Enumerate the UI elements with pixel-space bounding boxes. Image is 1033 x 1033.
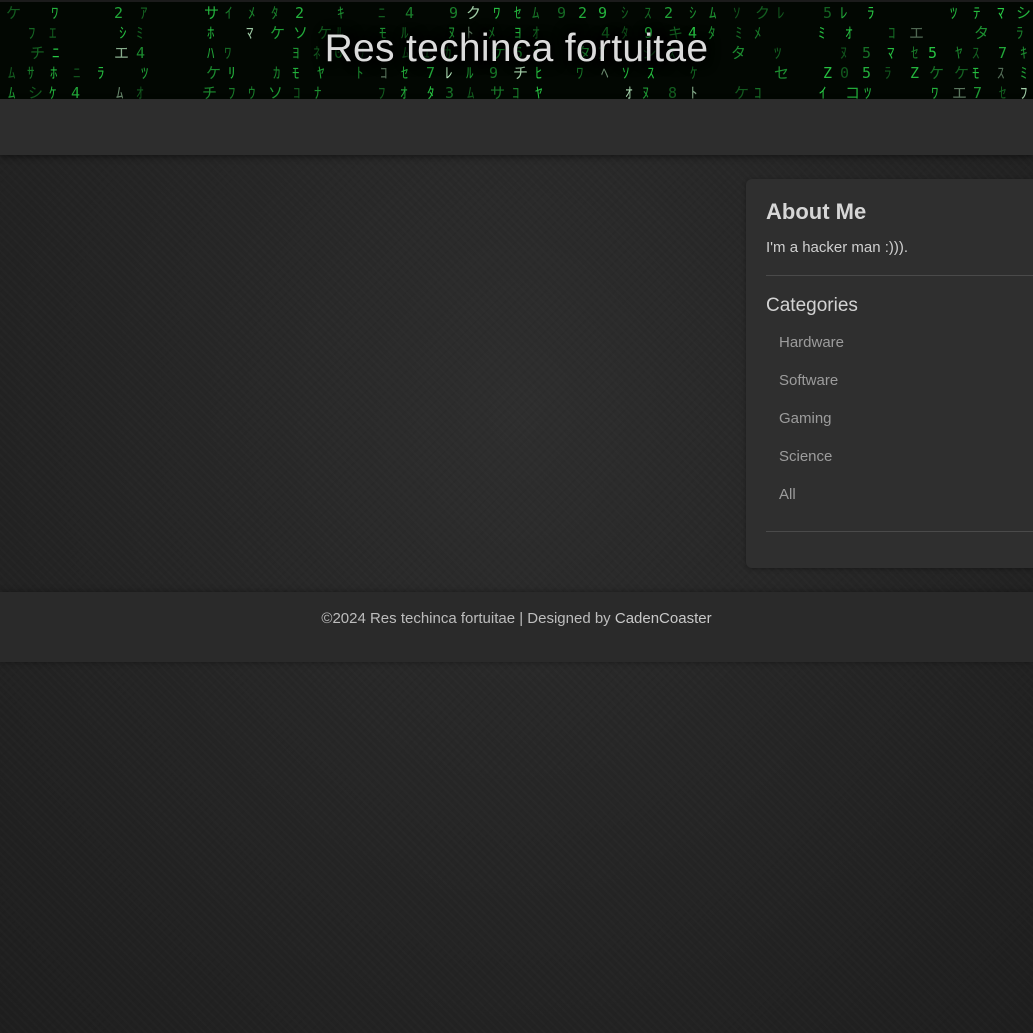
matrix-glyph: 4	[405, 4, 414, 22]
footer-separator: | Designed by	[515, 610, 615, 627]
matrix-glyph: ﾜ	[931, 84, 939, 99]
matrix-glyph: ｺ	[512, 84, 520, 99]
matrix-glyph: ｽ	[644, 4, 652, 22]
about-title: About Me	[766, 199, 867, 224]
category-gaming[interactable]: Gaming	[779, 410, 844, 448]
matrix-glyph: ﾀ	[271, 4, 279, 22]
matrix-glyph: 9	[598, 4, 607, 22]
matrix-glyph: ｱ	[140, 4, 148, 22]
matrix-glyph: ｼ	[621, 4, 629, 22]
matrix-glyph: ｵ	[625, 84, 633, 99]
matrix-glyph: エ	[952, 84, 967, 99]
category-hardware[interactable]: Hardware	[779, 334, 844, 372]
categories-list: Hardware Software Gaming Science All	[779, 334, 844, 524]
matrix-glyph: 2	[664, 4, 673, 22]
matrix-glyph: 2	[295, 4, 304, 22]
matrix-glyph: ﾒ	[248, 4, 256, 22]
matrix-glyph: 9	[449, 4, 458, 22]
matrix-glyph: ｿ	[733, 4, 741, 22]
matrix-glyph: 2	[114, 4, 123, 22]
matrix-glyph: 2	[578, 4, 587, 22]
matrix-glyph: ｾ	[514, 4, 522, 22]
matrix-glyph: ﾗ	[867, 4, 875, 22]
matrix-glyph: ﾇ	[642, 84, 650, 99]
category-all[interactable]: All	[779, 486, 844, 524]
matrix-glyph: シ	[28, 84, 43, 99]
matrix-glyph: ﾔ	[535, 84, 543, 99]
matrix-glyph: ﾑ	[709, 4, 717, 22]
matrix-glyph: ク	[466, 4, 481, 22]
matrix-glyph: 8	[668, 84, 677, 99]
matrix-glyph: ﾂ	[950, 4, 958, 22]
divider	[766, 275, 1033, 276]
category-software[interactable]: Software	[779, 372, 844, 410]
matrix-glyph: ﾄ	[690, 84, 698, 99]
matrix-glyph: ｺ	[754, 84, 762, 99]
matrix-glyph: ﾏ	[997, 4, 1005, 22]
matrix-glyph: ﾌ	[378, 84, 386, 99]
about-text: I'm a hacker man :))).	[766, 239, 909, 256]
matrix-glyph: ﾚ	[840, 4, 848, 22]
matrix-glyph: ﾂ	[864, 84, 872, 99]
matrix-glyph: ﾑ	[467, 84, 475, 99]
matrix-glyph: ﾃ	[973, 4, 981, 22]
designer-link[interactable]: CadenCoaster	[615, 610, 712, 627]
matrix-glyph: サ	[490, 84, 505, 99]
matrix-glyph: ｼ	[689, 4, 697, 22]
navigation-bar	[0, 99, 1033, 155]
matrix-glyph: ケ	[6, 4, 21, 22]
categories-title: Categories	[766, 295, 858, 316]
matrix-glyph: 7	[973, 84, 982, 99]
matrix-glyph: ﾜ	[493, 4, 501, 22]
matrix-glyph: チ	[202, 84, 217, 99]
matrix-glyph: ｷ	[337, 4, 345, 22]
matrix-glyph: 5	[823, 4, 832, 22]
matrix-glyph: ｲ	[819, 84, 827, 99]
matrix-glyph: 4	[71, 84, 80, 99]
site-title[interactable]: Res techinca fortuitae	[0, 27, 1033, 71]
matrix-glyph: サ	[204, 4, 219, 22]
matrix-glyph: ﾜ	[51, 4, 59, 22]
footer-text: ©2024 Res techinca fortuitae | Designed …	[0, 610, 1033, 627]
matrix-glyph: ﾌ	[228, 84, 236, 99]
matrix-glyph: ク	[755, 4, 770, 22]
footer-copyright: ©2024 Res techinca fortuitae	[321, 610, 516, 627]
matrix-glyph: ﾌ	[1020, 84, 1028, 99]
matrix-glyph: ケ	[734, 84, 749, 99]
matrix-glyph: ﾑ	[8, 84, 16, 99]
matrix-glyph: ﾑ	[116, 84, 124, 99]
matrix-glyph: ﾀ	[427, 84, 435, 99]
footer: ©2024 Res techinca fortuitae | Designed …	[0, 592, 1033, 662]
matrix-glyph: コ	[845, 84, 860, 99]
divider	[766, 531, 1033, 532]
sidebar: About Me I'm a hacker man :))). Categori…	[746, 179, 1033, 568]
matrix-glyph: ソ	[268, 84, 283, 99]
matrix-glyph: ｾ	[999, 84, 1007, 99]
matrix-glyph: 3	[445, 84, 454, 99]
matrix-glyph: ﾚ	[777, 4, 785, 22]
matrix-glyph: ﾅ	[314, 84, 322, 99]
matrix-glyph: ﾑ	[532, 4, 540, 22]
matrix-glyph: シ	[1016, 4, 1031, 22]
matrix-glyph: 9	[557, 4, 566, 22]
matrix-glyph: ｵ	[400, 84, 408, 99]
site-header: ケﾑﾑﾌチｻシﾜｴﾆﾎｹﾆ4ﾗ2ｼエﾑｱﾐ4ﾂｵサﾎﾊケチｲﾜﾘﾌﾒﾏｳﾀケｶソ…	[0, 0, 1033, 99]
matrix-glyph: ｳ	[248, 84, 256, 99]
category-science[interactable]: Science	[779, 448, 844, 486]
matrix-glyph: ｵ	[136, 84, 144, 99]
matrix-glyph: ｺ	[293, 84, 301, 99]
matrix-glyph: ﾆ	[378, 4, 386, 22]
matrix-glyph: ｲ	[225, 4, 233, 22]
matrix-glyph: ｹ	[49, 84, 57, 99]
